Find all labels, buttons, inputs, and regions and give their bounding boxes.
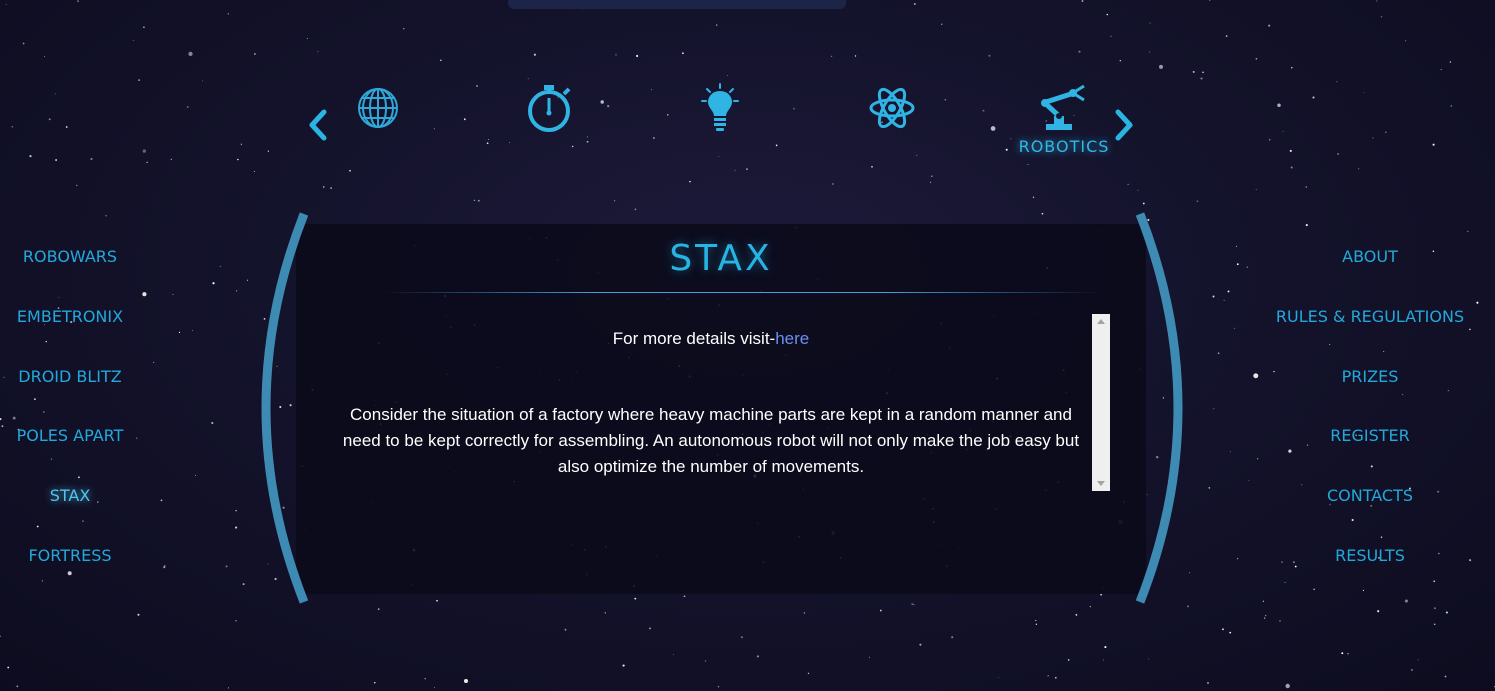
category-label-robotics[interactable]: ROBOTICS bbox=[1004, 137, 1124, 156]
section-nav-item-results[interactable]: RESULTS bbox=[1268, 541, 1472, 571]
event-nav-item-stax[interactable]: STAX bbox=[0, 481, 140, 511]
top-tab bbox=[508, 0, 846, 9]
event-nav-item-embetronix[interactable]: EMBETRONIX bbox=[0, 302, 140, 332]
event-nav-item-droid-blitz[interactable]: DROID BLITZ bbox=[0, 362, 140, 392]
right-bracket bbox=[1132, 210, 1202, 610]
event-description: Consider the situation of a factory wher… bbox=[342, 405, 1080, 476]
title-divider bbox=[381, 292, 1101, 293]
section-nav-item-register[interactable]: REGISTER bbox=[1268, 421, 1472, 451]
robotic-arm-icon[interactable] bbox=[1036, 82, 1088, 134]
event-nav-item-poles-apart[interactable]: POLES APART bbox=[0, 421, 140, 451]
chevron-right-icon[interactable] bbox=[1112, 108, 1136, 142]
details-link[interactable]: here bbox=[775, 329, 809, 348]
event-nav-item-fortress[interactable]: FORTRESS bbox=[0, 541, 140, 571]
scroll-up-icon[interactable] bbox=[1092, 314, 1110, 330]
details-prefix: For more details visit- bbox=[612, 329, 776, 348]
panel-title: STAX bbox=[669, 238, 773, 279]
scroll-down-icon[interactable] bbox=[1092, 475, 1110, 491]
section-nav-item-about[interactable]: ABOUT bbox=[1268, 242, 1472, 272]
atom-icon[interactable] bbox=[868, 84, 916, 132]
section-nav-item-prizes[interactable]: PRIZES bbox=[1268, 362, 1472, 392]
event-panel: STAX For more details visit-here Conside… bbox=[296, 224, 1146, 594]
section-nav-item-rules[interactable]: RULES & REGULATIONS bbox=[1268, 302, 1472, 332]
left-bracket bbox=[246, 210, 316, 610]
section-nav: ABOUT RULES & REGULATIONS PRIZES REGISTE… bbox=[1268, 242, 1472, 601]
event-nav: ROBOWARS EMBETRONIX DROID BLITZ POLES AP… bbox=[0, 242, 140, 601]
lightbulb-icon[interactable] bbox=[700, 82, 740, 134]
panel-scrollbar[interactable] bbox=[1092, 314, 1110, 491]
panel-content: For more details visit-here Consider the… bbox=[332, 314, 1090, 490]
chevron-left-icon[interactable] bbox=[306, 108, 330, 142]
section-nav-item-contacts[interactable]: CONTACTS bbox=[1268, 481, 1472, 511]
stopwatch-icon[interactable] bbox=[524, 82, 576, 134]
globe-icon[interactable] bbox=[356, 86, 400, 130]
event-nav-item-robowars[interactable]: ROBOWARS bbox=[0, 242, 140, 272]
details-line: For more details visit-here bbox=[332, 326, 1090, 352]
